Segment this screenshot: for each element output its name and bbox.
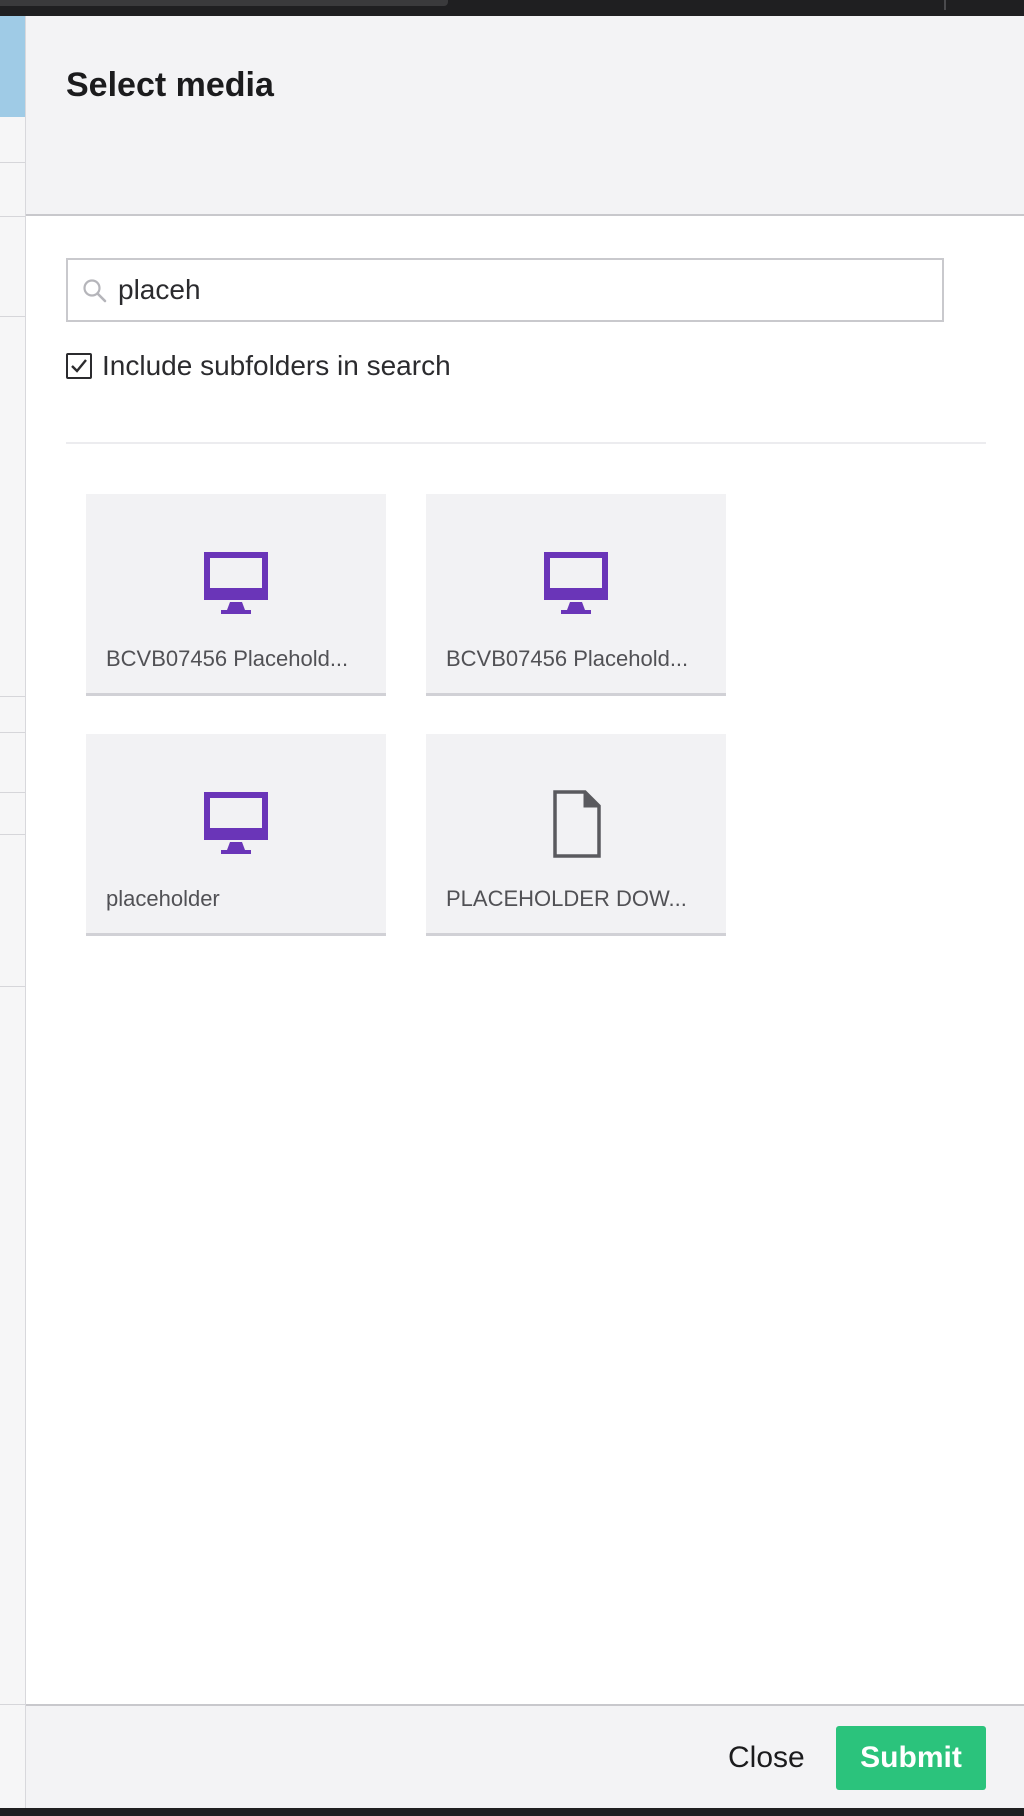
background-row-line bbox=[0, 216, 25, 217]
background-row-line bbox=[0, 986, 25, 987]
section-divider bbox=[66, 442, 986, 444]
search-input[interactable] bbox=[118, 260, 938, 320]
screen: Select media Include subfolders in searc… bbox=[0, 0, 1024, 1816]
media-item[interactable]: BCVB07456 Placehold... bbox=[86, 494, 386, 696]
background-row-line bbox=[0, 162, 25, 163]
select-media-dialog: Select media Include subfolders in searc… bbox=[26, 16, 1024, 1808]
submit-button[interactable]: Submit bbox=[836, 1726, 986, 1790]
media-item[interactable]: PLACEHOLDER DOW... bbox=[426, 734, 726, 936]
dialog-header: Select media bbox=[26, 16, 1024, 216]
background-page bbox=[0, 16, 26, 1808]
close-button[interactable]: Close bbox=[728, 1738, 805, 1778]
media-item[interactable]: BCVB07456 Placehold... bbox=[426, 494, 726, 696]
background-row-line bbox=[0, 696, 25, 697]
browser-tab-edge bbox=[0, 0, 448, 6]
monitor-icon bbox=[204, 552, 268, 614]
include-subfolders-label: Include subfolders in search bbox=[102, 350, 451, 381]
toolbar-separator bbox=[944, 0, 946, 10]
media-item[interactable]: placeholder bbox=[86, 734, 386, 936]
monitor-icon bbox=[544, 552, 608, 614]
background-row-line bbox=[0, 834, 25, 835]
background-row-line bbox=[0, 1704, 25, 1705]
include-subfolders-checkbox[interactable] bbox=[66, 353, 92, 379]
media-item-label: BCVB07456 Placehold... bbox=[106, 646, 349, 671]
dialog-footer: Close Submit bbox=[26, 1704, 1024, 1808]
include-subfolders-option[interactable]: Include subfolders in search bbox=[66, 346, 451, 386]
file-icon bbox=[553, 790, 601, 858]
background-row-line bbox=[0, 316, 25, 317]
monitor-icon bbox=[204, 792, 268, 854]
media-item-label: BCVB07456 Placehold... bbox=[446, 646, 689, 671]
background-highlight bbox=[0, 16, 25, 117]
background-row-line bbox=[0, 732, 25, 733]
search-box[interactable] bbox=[66, 258, 944, 322]
browser-top-strip bbox=[0, 0, 1024, 16]
search-icon bbox=[83, 279, 107, 303]
browser-bottom-strip bbox=[0, 1808, 1024, 1816]
media-item-label: placeholder bbox=[106, 886, 220, 911]
dialog-title: Select media bbox=[66, 66, 274, 104]
media-item-label: PLACEHOLDER DOW... bbox=[446, 886, 687, 911]
background-row-line bbox=[0, 792, 25, 793]
checkmark-icon bbox=[71, 359, 87, 373]
